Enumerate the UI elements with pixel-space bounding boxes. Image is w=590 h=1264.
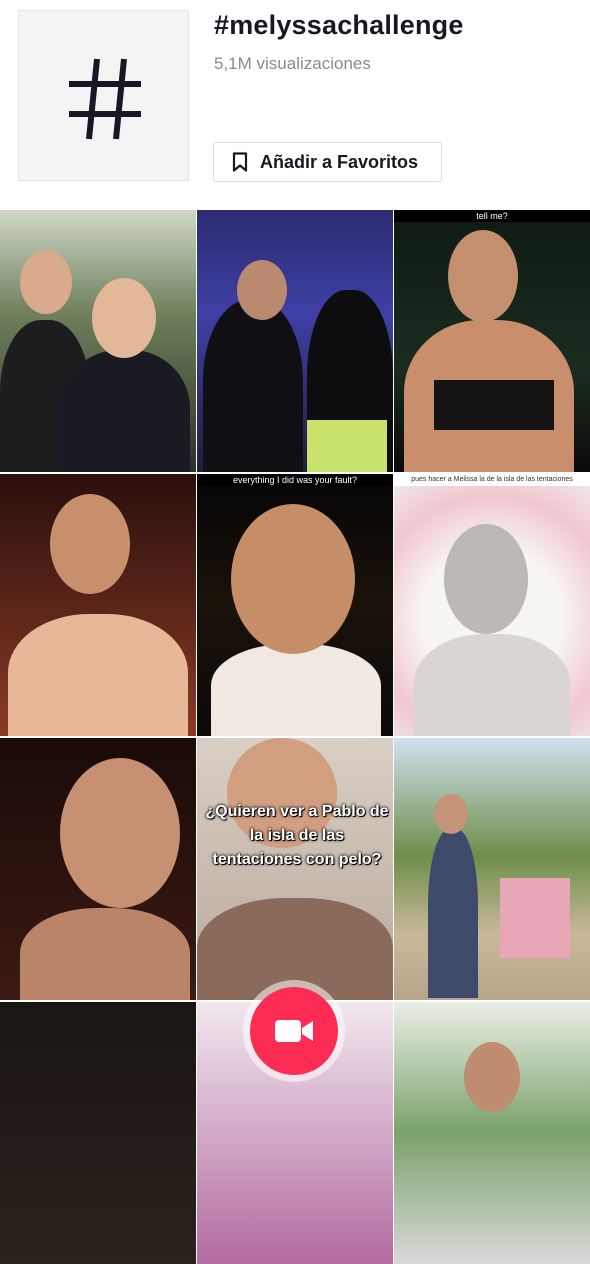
hashtag-thumbnail: [18, 10, 189, 181]
video-tile[interactable]: [0, 474, 196, 736]
video-tile[interactable]: [394, 738, 590, 1000]
hashtag-title: #melyssachallenge: [214, 10, 464, 40]
video-caption: tell me?: [394, 210, 590, 222]
video-tile[interactable]: [0, 738, 196, 1000]
video-tile[interactable]: pues hacer a Melissa la de la isla de la…: [394, 474, 590, 736]
video-tile[interactable]: [0, 1002, 196, 1264]
video-tile[interactable]: [0, 210, 196, 472]
video-tile[interactable]: [394, 1002, 590, 1264]
video-tile[interactable]: everything I did was your fault?: [197, 474, 393, 736]
view-count: 5,1M visualizaciones: [214, 54, 371, 73]
video-tile[interactable]: ¿Quieren ver a Pablo de la isla de las t…: [197, 738, 393, 1000]
hashtag-icon: [69, 58, 141, 140]
video-caption: everything I did was your fault?: [197, 474, 393, 486]
add-to-favorites-label: Añadir a Favoritos: [260, 151, 419, 172]
video-grid: tell me? everything I did was your fault…: [0, 210, 590, 1264]
bookmark-icon: [232, 152, 248, 172]
video-tile[interactable]: [197, 210, 393, 472]
video-tile[interactable]: tell me?: [394, 210, 590, 472]
video-camera-icon: [275, 1020, 313, 1042]
video-caption: pues hacer a Melissa la de la isla de la…: [394, 474, 590, 486]
video-caption: ¿Quieren ver a Pablo de la isla de las t…: [205, 803, 389, 868]
record-video-inner: [250, 987, 338, 1075]
add-to-favorites-button[interactable]: Añadir a Favoritos: [213, 142, 442, 182]
hashtag-header: #melyssachallenge 5,1M visualizaciones A…: [0, 0, 590, 210]
record-video-button[interactable]: [243, 980, 345, 1082]
